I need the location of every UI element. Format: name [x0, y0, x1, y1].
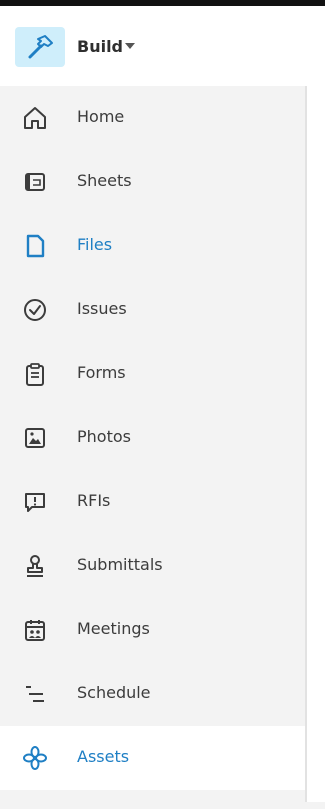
- sidebar-item-submittals[interactable]: Submittals: [0, 534, 305, 598]
- chevron-down-icon[interactable]: [125, 43, 135, 49]
- sidebar-item-label: Sheets: [77, 171, 132, 190]
- sidebar-item-rfis[interactable]: RFIs: [0, 470, 305, 534]
- sidebar-item-label: Schedule: [77, 683, 151, 702]
- clipboard-icon: [22, 361, 48, 387]
- app-title[interactable]: Build: [77, 37, 123, 56]
- sidebar-item-label: Photos: [77, 427, 131, 446]
- file-icon: [22, 233, 48, 259]
- sidebar-item-label: Submittals: [77, 555, 163, 574]
- speech-bubble-exclamation-icon: [22, 489, 48, 515]
- check-circle-icon: [22, 297, 48, 323]
- sidebar-item-label: Issues: [77, 299, 127, 318]
- sidebar-nav: Home Sheets Files Issues Forms Photos RF…: [0, 86, 305, 809]
- stamp-icon: [22, 553, 48, 579]
- sidebar-divider: [305, 86, 307, 809]
- app-switcher-header: Build: [0, 6, 325, 86]
- sidebar-item-label: Meetings: [77, 619, 150, 638]
- sheets-icon: [22, 169, 48, 195]
- asset-flower-icon: [22, 745, 48, 771]
- calendar-people-icon: [22, 617, 48, 643]
- schedule-lines-icon: [22, 681, 48, 707]
- sidebar-item-label: Files: [77, 235, 113, 254]
- sidebar-item-files[interactable]: Files: [0, 214, 305, 278]
- sidebar-item-forms[interactable]: Forms: [0, 342, 305, 406]
- sidebar-item-home[interactable]: Home: [0, 86, 305, 150]
- sidebar-item-assets[interactable]: Assets: [0, 726, 305, 790]
- app-badge[interactable]: [15, 27, 65, 67]
- sidebar-item-label: Forms: [77, 363, 126, 382]
- sidebar-item-label: Home: [77, 107, 125, 126]
- sidebar-item-meetings[interactable]: Meetings: [0, 598, 305, 662]
- sidebar-item-photos[interactable]: Photos: [0, 406, 305, 470]
- sidebar-bottom-strip: [0, 802, 325, 809]
- photo-icon: [22, 425, 48, 451]
- home-icon: [22, 105, 48, 131]
- sidebar-item-issues[interactable]: Issues: [0, 278, 305, 342]
- sidebar-item-label: RFIs: [77, 491, 111, 510]
- sidebar-item-sheets[interactable]: Sheets: [0, 150, 305, 214]
- hammer-icon: [26, 33, 54, 61]
- sidebar-item-schedule[interactable]: Schedule: [0, 662, 305, 726]
- sidebar-item-label: Assets: [77, 747, 130, 766]
